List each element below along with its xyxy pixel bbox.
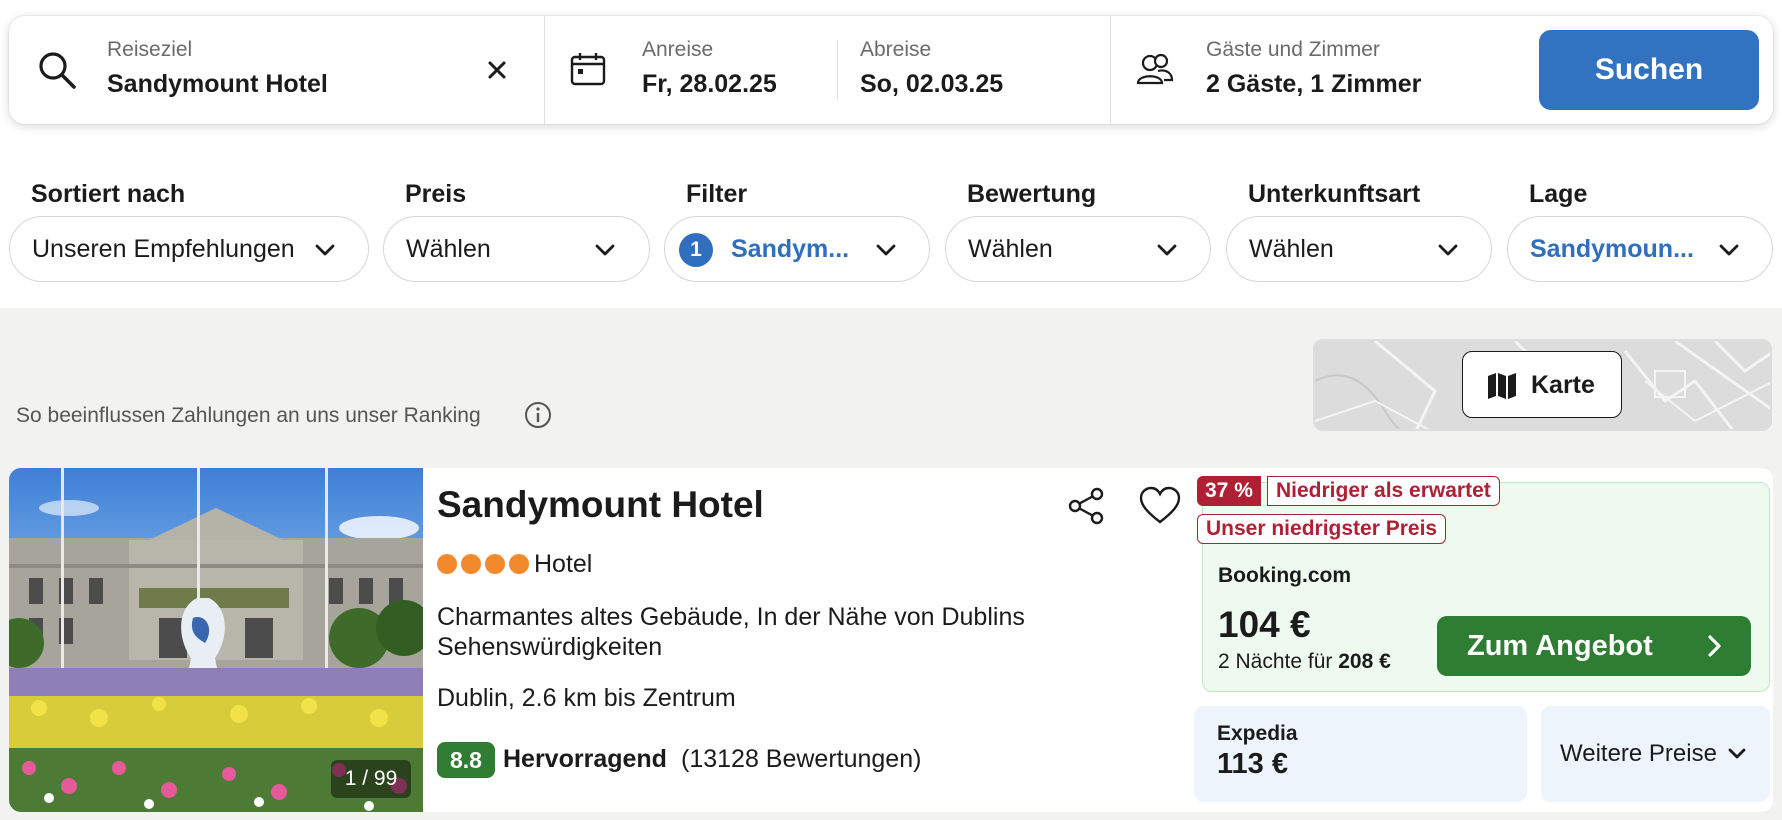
rating-score: 8.8 [437, 742, 495, 778]
destination-field[interactable]: Reiseziel Sandymount Hotel [9, 16, 545, 124]
more-prices-label: Weitere Preise [1560, 740, 1717, 767]
filter-value: Wählen [1249, 235, 1334, 263]
filter-value: Sandym... [731, 235, 850, 263]
alternate-provider: Expedia [1217, 722, 1298, 745]
chevron-down-icon [1438, 244, 1458, 256]
map-button[interactable]: Karte [1462, 351, 1622, 418]
deal-provider: Booking.com [1218, 564, 1352, 587]
heart-icon[interactable] [1139, 486, 1181, 526]
filter-count-badge: 1 [679, 233, 713, 267]
sort-dropdown[interactable]: Unseren Empfehlungen [9, 216, 369, 282]
filter-value: Sandymoun... [1530, 235, 1694, 263]
share-icon[interactable] [1067, 486, 1107, 526]
property-type-dropdown[interactable]: Wählen [1226, 216, 1492, 282]
filter-title: Bewertung [967, 180, 1097, 208]
filter-value: Wählen [968, 235, 1053, 263]
search-button[interactable]: Suchen [1539, 30, 1759, 110]
clear-icon[interactable] [487, 60, 507, 80]
location-dropdown[interactable]: Sandymoun... [1507, 216, 1773, 282]
guests-value[interactable]: 2 Gäste, 1 Zimmer [1206, 70, 1421, 99]
lowest-price-badge: Unser niedrigster Preis [1197, 514, 1447, 544]
date-divider [837, 40, 838, 100]
deal-total: 2 Nächte für 208 € [1218, 650, 1391, 674]
star-dot [437, 554, 457, 574]
map-button-label: Karte [1531, 371, 1595, 399]
destination-label: Reiseziel [107, 38, 193, 61]
view-deal-label: Zum Angebot [1467, 630, 1653, 662]
filter-rating: Bewertung [967, 180, 1096, 216]
filter-title: Unterkunftsart [1248, 180, 1421, 208]
calendar-icon [570, 53, 606, 86]
guests-icon [1136, 53, 1174, 85]
hotel-name[interactable]: Sandymount Hotel [437, 484, 764, 526]
ranking-note: So beeinflussen Zahlungen an uns unser R… [16, 404, 481, 427]
filter-general: Filter [686, 180, 747, 216]
chevron-down-icon [1157, 244, 1177, 256]
guests-label: Gäste und Zimmer [1206, 38, 1380, 61]
hotel-photo[interactable]: 1 / 99 [9, 468, 423, 812]
view-deal-button[interactable]: Zum Angebot [1437, 616, 1751, 676]
map-icon [1488, 373, 1516, 399]
discount-label: Niedriger als erwartet [1267, 476, 1500, 506]
filter-sort: Sortiert nach [31, 180, 185, 216]
rating-count[interactable]: (13128 Bewertungen) [681, 745, 921, 774]
search-icon [39, 52, 76, 89]
info-icon[interactable] [524, 401, 552, 429]
checkin-label: Anreise [642, 38, 714, 61]
hotel-description: Charmantes altes Gebäude, In der Nähe vo… [437, 603, 1025, 661]
property-type: Hotel [534, 550, 593, 578]
filter-title: Lage [1529, 180, 1588, 208]
chevron-down-icon [595, 244, 615, 256]
star-dot [485, 554, 505, 574]
hotel-result-card[interactable]: 1 / 99 Sandymount Hotel Hotel Charmantes… [9, 468, 1773, 812]
deal-price: 104 € [1218, 604, 1311, 645]
price-dropdown[interactable]: Wählen [383, 216, 650, 282]
dates-field: Anreise Fr, 28.02.25 Abreise So, 02.03.2… [546, 16, 1111, 124]
star-dot [461, 554, 481, 574]
filter-title: Sortiert nach [31, 180, 186, 208]
alternate-price: 113 € [1217, 748, 1288, 780]
chevron-down-icon [1719, 244, 1739, 256]
search-bar: Reiseziel Sandymount Hotel Anreise Fr, 2… [9, 16, 1773, 124]
chevron-down-icon [876, 244, 896, 256]
filter-price: Preis [405, 180, 466, 216]
chevron-right-icon [1708, 635, 1721, 657]
star-rating [437, 554, 533, 579]
filter-value: Unseren Empfehlungen [32, 235, 295, 263]
rating-word: Hervorragend [503, 745, 667, 773]
chevron-down-icon [1728, 748, 1746, 759]
filter-title: Preis [405, 180, 467, 208]
filter-value: Wählen [406, 235, 491, 263]
filter-dropdown[interactable]: 1 Sandym... [664, 216, 930, 282]
checkout-label: Abreise [860, 38, 932, 61]
discount-badge: 37 % [1197, 476, 1261, 506]
filter-location: Lage [1529, 180, 1587, 216]
star-dot [509, 554, 529, 574]
checkout-value[interactable]: So, 02.03.25 [860, 70, 1003, 99]
hotel-location: Dublin, 2.6 km bis Zentrum [437, 684, 736, 712]
filter-property-type: Unterkunftsart [1248, 180, 1420, 216]
total-price: 208 € [1338, 650, 1391, 673]
destination-value[interactable]: Sandymount Hotel [107, 70, 328, 99]
chevron-down-icon [315, 244, 335, 256]
filter-title: Filter [686, 180, 748, 208]
checkin-value[interactable]: Fr, 28.02.25 [642, 70, 777, 99]
rating-dropdown[interactable]: Wählen [945, 216, 1211, 282]
photo-counter: 1 / 99 [331, 760, 411, 798]
nights-text: 2 Nächte für [1218, 650, 1333, 673]
